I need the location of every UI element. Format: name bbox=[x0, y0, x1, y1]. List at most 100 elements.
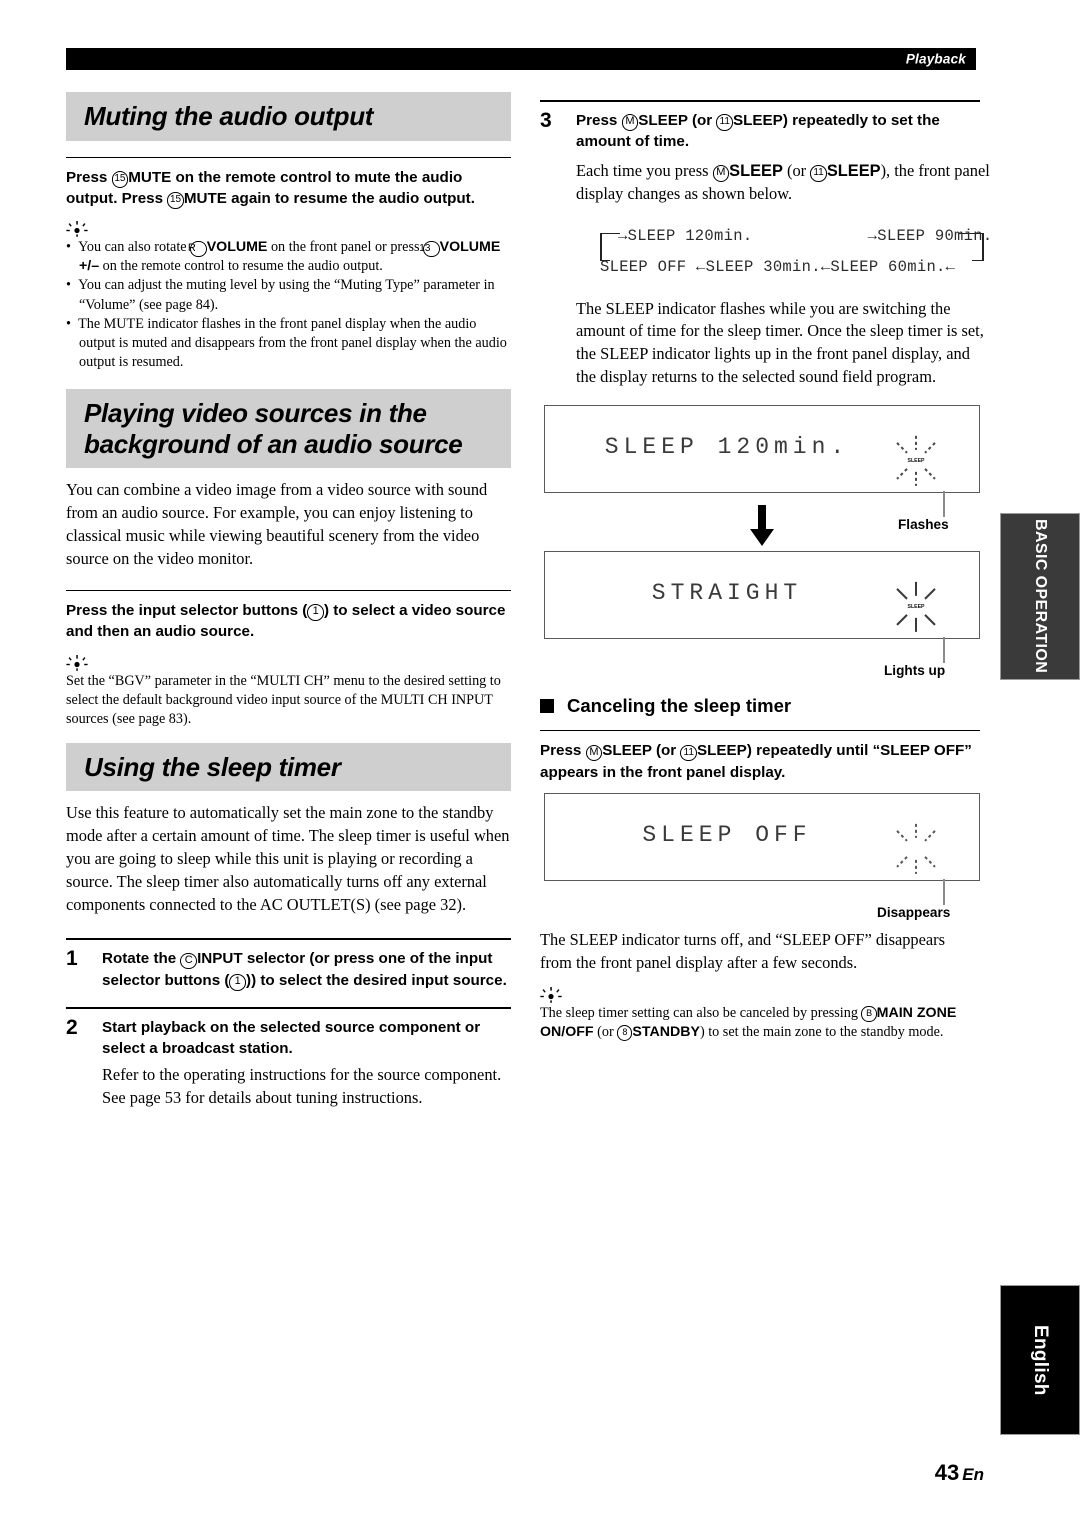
tip-mid: (or bbox=[593, 1023, 618, 1040]
step3-sub-bold-sleep2: SLEEP bbox=[826, 161, 881, 180]
cancel-pre: Press bbox=[540, 742, 586, 760]
divider bbox=[66, 156, 511, 158]
section-heading-bgv: Playing video sources in the background o… bbox=[66, 388, 511, 469]
tab-label-basic-operation: BASIC OPERATION bbox=[1030, 519, 1050, 673]
display-panel-2-wrapper: STRAIGHT SLEEP Lights up bbox=[544, 551, 980, 678]
front-panel-display-3: SLEEP OFF bbox=[544, 792, 980, 881]
sleep-indicator-flashing: SLEEP bbox=[889, 434, 943, 488]
tab-line-2: OPERATION bbox=[1031, 576, 1049, 674]
ref-marker-15-b: 15 bbox=[167, 192, 184, 209]
subheading-text: Canceling the sleep timer bbox=[567, 695, 792, 717]
tip-bulb-icon bbox=[66, 221, 88, 238]
step-3: 3 Press M SLEEP (or 11 SLEEP) repeatedly t… bbox=[540, 109, 992, 389]
step3-bold-sleep1: SLEEP bbox=[638, 112, 688, 129]
canceling-body-text: The SLEEP indicator turns off, and “SLEE… bbox=[540, 929, 945, 972]
side-tab-basic-operation: BASIC OPERATION bbox=[1000, 513, 1080, 680]
ref-marker-B: B bbox=[861, 1006, 877, 1022]
instr-pre: Press the input selector buttons ( bbox=[66, 602, 308, 620]
tip1-pre: You can also rotate bbox=[78, 239, 191, 256]
instr-bold-mute1: MUTE bbox=[128, 168, 172, 186]
ref-marker-1: 1 bbox=[229, 973, 247, 991]
divider bbox=[540, 730, 980, 732]
square-bullet-icon bbox=[540, 699, 554, 714]
step-2-body-2: See page 53 for details about tuning ins… bbox=[102, 1088, 423, 1108]
divider bbox=[66, 938, 511, 941]
step1-post: )) to select the desired input source. bbox=[246, 971, 507, 989]
step-3-instruction: Press M SLEEP (or 11 SLEEP) repeatedly to … bbox=[576, 110, 992, 153]
page-header-bar: Playback bbox=[66, 48, 976, 70]
input-selector-instruction: Press the input selector buttons (1) to … bbox=[66, 600, 511, 643]
tab-line-1: BASIC bbox=[1031, 519, 1049, 572]
cycle-row-bottom: SLEEP OFF ←SLEEP 30min.←SLEEP 60min.← bbox=[600, 257, 956, 276]
muting-instruction: Press 15 MUTE on the remote control to mu… bbox=[66, 167, 511, 210]
step-2: 2 Start playback on the selected source … bbox=[66, 1015, 511, 1111]
muting-tip-list: You can also rotate RVOLUME on the front… bbox=[66, 238, 511, 372]
step-number: 2 bbox=[66, 1015, 78, 1039]
cancel-bold-sleep2: SLEEP bbox=[697, 742, 747, 760]
ref-marker-11: 11 bbox=[810, 164, 827, 182]
tip-bold-standby: STANDBY bbox=[632, 1023, 700, 1040]
divider bbox=[540, 100, 980, 102]
tip-bulb-icon bbox=[540, 986, 562, 1003]
step-number: 3 bbox=[540, 109, 552, 132]
header-section-label: Playback bbox=[905, 51, 966, 67]
sleep-indicator-explanation: The SLEEP indicator flashes while you ar… bbox=[576, 298, 984, 387]
step-number: 1 bbox=[66, 947, 78, 971]
transition-arrow-wrapper bbox=[544, 499, 980, 553]
instr-text-pre: Press bbox=[66, 168, 112, 186]
indicator-label: SLEEP bbox=[907, 604, 925, 611]
cycle-row-top: →SLEEP 120min. →SLEEP 90min. bbox=[618, 226, 993, 245]
ref-marker-13: 13 bbox=[419, 240, 440, 258]
front-panel-display-1: SLEEP 120min. SLEEP bbox=[544, 405, 980, 494]
ref-marker-M: M bbox=[712, 164, 730, 182]
page-number-value: 43 bbox=[934, 1460, 960, 1485]
divider bbox=[66, 1006, 511, 1009]
ref-marker-8: 8 bbox=[617, 1025, 633, 1041]
step-2-body-1: Refer to the operating instructions for … bbox=[102, 1065, 502, 1085]
tip1-mid: on the front panel or press bbox=[267, 239, 424, 256]
bgv-tip-text: Set the “BGV” parameter in the “MULTI CH… bbox=[66, 672, 501, 727]
step-3-subtext: Each time you press M SLEEP (or 11 SLEEP),… bbox=[576, 160, 992, 206]
heading-line-2: background of an audio source bbox=[84, 428, 463, 459]
sleep-cycle-diagram: →SLEEP 120min. →SLEEP 90min. SLEEP OFF ←… bbox=[584, 224, 992, 286]
ref-marker-M: M bbox=[585, 744, 603, 762]
cancel-bold-sleep1: SLEEP bbox=[602, 742, 652, 760]
tip-post: ) to set the main zone to the standby mo… bbox=[699, 1023, 944, 1040]
manual-page: Playback Muting the audio output Press 1… bbox=[0, 0, 1080, 1526]
tip1-post: on the remote control to resume the audi… bbox=[99, 258, 383, 275]
step3-sub-bold-sleep1: SLEEP bbox=[729, 161, 783, 180]
cycle-left-top-connector bbox=[600, 232, 620, 235]
bgv-body-text: You can combine a video image from a vid… bbox=[66, 480, 488, 569]
list-item: The MUTE indicator flashes in the front … bbox=[66, 315, 511, 372]
instr-text-end: again to resume the audio output. bbox=[226, 189, 475, 207]
tab-label-language: English bbox=[1030, 1324, 1051, 1396]
step-2-title: Start playback on the selected source co… bbox=[102, 1018, 481, 1058]
ref-marker-M: M bbox=[621, 114, 639, 131]
step1-pre: Rotate the bbox=[102, 950, 181, 968]
ref-marker-C: C bbox=[180, 952, 198, 970]
ref-marker-11: 11 bbox=[680, 744, 698, 762]
step1-bold-input: INPUT bbox=[197, 950, 243, 968]
instr-bold-mute2: MUTE bbox=[183, 189, 227, 207]
tip-pre: The sleep timer setting can also be canc… bbox=[540, 1004, 862, 1021]
down-arrow-icon bbox=[749, 505, 775, 547]
step3-pre: Press bbox=[576, 112, 622, 129]
step-1-instruction: Rotate the C INPUT selector (or press one… bbox=[102, 948, 511, 991]
right-column: 3 Press M SLEEP (or 11 SLEEP) repeatedly t… bbox=[540, 100, 992, 1042]
tip1-bold-volume: VOLUME bbox=[206, 239, 268, 256]
callout-leader-line bbox=[943, 637, 945, 664]
page-number-suffix: En bbox=[962, 1465, 984, 1484]
callout-leader-line bbox=[943, 878, 945, 905]
subsection-heading-canceling: Canceling the sleep timer bbox=[540, 695, 980, 717]
callout-lights-up: Lights up bbox=[884, 663, 946, 679]
canceling-tip-text: The sleep timer setting can also be canc… bbox=[540, 1004, 980, 1042]
display-panel-3-wrapper: SLEEP OFF Disappears bbox=[544, 792, 980, 920]
ref-marker-11: 11 bbox=[716, 114, 734, 131]
ref-marker-15: 15 bbox=[111, 171, 129, 188]
step3-bold-sleep2: SLEEP bbox=[733, 112, 783, 129]
canceling-instruction: Press M SLEEP (or 11 SLEEP) repeatedly unt… bbox=[540, 740, 980, 783]
step3-sub-pre: Each time you press bbox=[576, 160, 713, 180]
side-tab-language: English bbox=[1000, 1285, 1080, 1435]
section-heading-sleep-timer: Using the sleep timer bbox=[66, 742, 511, 792]
page-number: 43 En bbox=[935, 1460, 984, 1486]
